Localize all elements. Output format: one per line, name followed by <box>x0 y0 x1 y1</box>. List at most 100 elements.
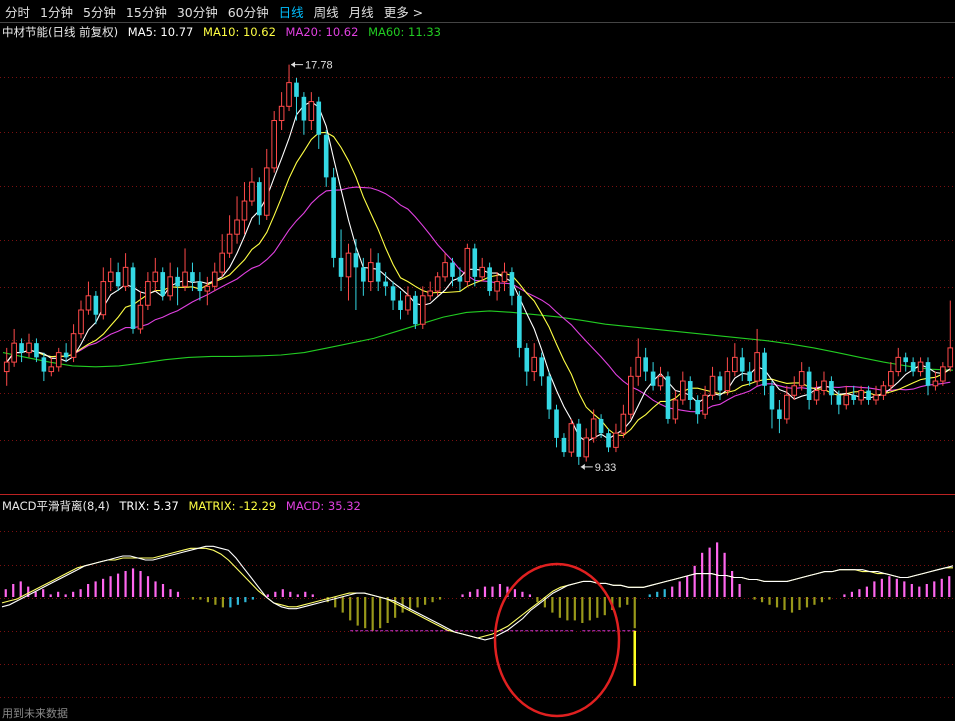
candle-body-up <box>821 380 827 392</box>
candle-body-up <box>479 266 486 278</box>
candle-body-down <box>739 357 745 372</box>
candle-body-up <box>234 219 240 235</box>
candle-body-up <box>620 413 627 434</box>
candle-body-down <box>539 357 544 377</box>
candle-body-down <box>925 362 931 386</box>
candle-body-up <box>70 333 77 358</box>
candle-body-down <box>19 343 24 353</box>
candle-body-up <box>709 375 716 396</box>
candle-body-up <box>843 394 850 406</box>
candle-body-down <box>175 276 180 287</box>
candle-body-up <box>895 356 902 373</box>
candle-body-up <box>249 181 255 202</box>
candle-body-up <box>657 375 664 387</box>
candle-body-up <box>531 356 538 373</box>
candle-body-down <box>323 134 329 178</box>
candle-body-down <box>762 352 767 386</box>
annotation-arrowhead <box>291 61 296 68</box>
candle-body-down <box>606 433 611 448</box>
candle-body-up <box>204 285 211 292</box>
candle-body-up <box>278 105 285 122</box>
candle-body-up <box>672 399 679 420</box>
candle-body-down <box>769 385 775 410</box>
candle-body-down <box>197 281 203 292</box>
candle-body-down <box>398 300 403 310</box>
candle-body-up <box>702 394 708 415</box>
candle-body-up <box>182 271 188 287</box>
candle-body-down <box>63 352 69 358</box>
candle-body-down <box>41 357 47 372</box>
candle-body-up <box>888 371 894 387</box>
candle-body-down <box>650 371 656 386</box>
candle-body-up <box>48 366 55 373</box>
candle-body-up <box>442 262 448 278</box>
candle-body-up <box>137 304 144 330</box>
candle-body-up <box>798 371 805 387</box>
candle-body-down <box>576 423 582 457</box>
candle-body-down <box>546 376 552 410</box>
candle-body-up <box>880 385 887 396</box>
candle-body-down <box>413 295 418 325</box>
candle-body-up <box>940 366 946 382</box>
candle-body-up <box>932 380 939 387</box>
candle-body-up <box>732 356 738 373</box>
candle-body-down <box>561 437 567 453</box>
candle-body-down <box>375 262 381 282</box>
candle-body-up <box>858 390 864 401</box>
candle-body-down <box>687 381 693 400</box>
candle-body-up <box>122 266 129 287</box>
candle-body-down <box>338 257 344 277</box>
candle-body-up <box>947 347 954 368</box>
candle-body-up <box>367 262 374 283</box>
candle-body-up <box>263 167 270 216</box>
candle-body-up <box>464 247 471 283</box>
candle-body-up <box>405 295 411 311</box>
candle-body-down <box>383 281 388 287</box>
candle-body-up <box>590 418 597 439</box>
candle-body-up <box>635 356 642 377</box>
candle-body-down <box>598 418 604 434</box>
candle-body-down <box>829 381 834 396</box>
candle-body-up <box>791 385 798 396</box>
candle-body-up <box>308 101 315 122</box>
candle-body-up <box>100 281 107 316</box>
candle-body-up <box>55 352 62 368</box>
candle-body-down <box>331 177 336 258</box>
candle-body-down <box>472 248 478 277</box>
candle-body-up <box>271 120 277 169</box>
candle-body-down <box>509 272 515 296</box>
candle-body-up <box>107 271 114 283</box>
candle-body-up <box>427 290 434 297</box>
kline-chart: 17.78 9.33 <box>0 22 955 718</box>
candle-body-up <box>501 271 508 283</box>
candle-body-up <box>494 281 500 292</box>
candle-body-down <box>910 362 916 372</box>
candle-body-up <box>754 352 760 382</box>
candle-body-up <box>345 252 352 278</box>
candle-body-down <box>866 390 871 400</box>
candle-body-up <box>286 82 292 107</box>
candle-body-up <box>219 252 225 273</box>
highlight-circle <box>493 562 621 718</box>
candle-body-down <box>836 395 842 405</box>
candle-body-up <box>26 342 32 354</box>
candle-body-up <box>226 233 233 254</box>
candle-body-up <box>241 200 248 221</box>
annotation-label: 17.78 <box>305 60 333 72</box>
candle-body-down <box>554 409 559 438</box>
candle-body-down <box>487 267 492 292</box>
candle-body-down <box>353 253 359 268</box>
candle-body-up <box>784 394 790 420</box>
candle-body-down <box>450 262 455 277</box>
candle-body-up <box>613 432 619 448</box>
candle-body-down <box>747 371 752 382</box>
candle-body-up <box>78 309 84 335</box>
candle-body-down <box>130 267 136 329</box>
candle-body-down <box>777 409 782 419</box>
candle-body-up <box>167 276 173 297</box>
ma60-line <box>2 310 954 371</box>
candle-body-up <box>434 276 441 292</box>
candle-body-down <box>806 371 812 400</box>
candle-body-down <box>457 276 463 282</box>
candle-body-up <box>917 361 924 373</box>
